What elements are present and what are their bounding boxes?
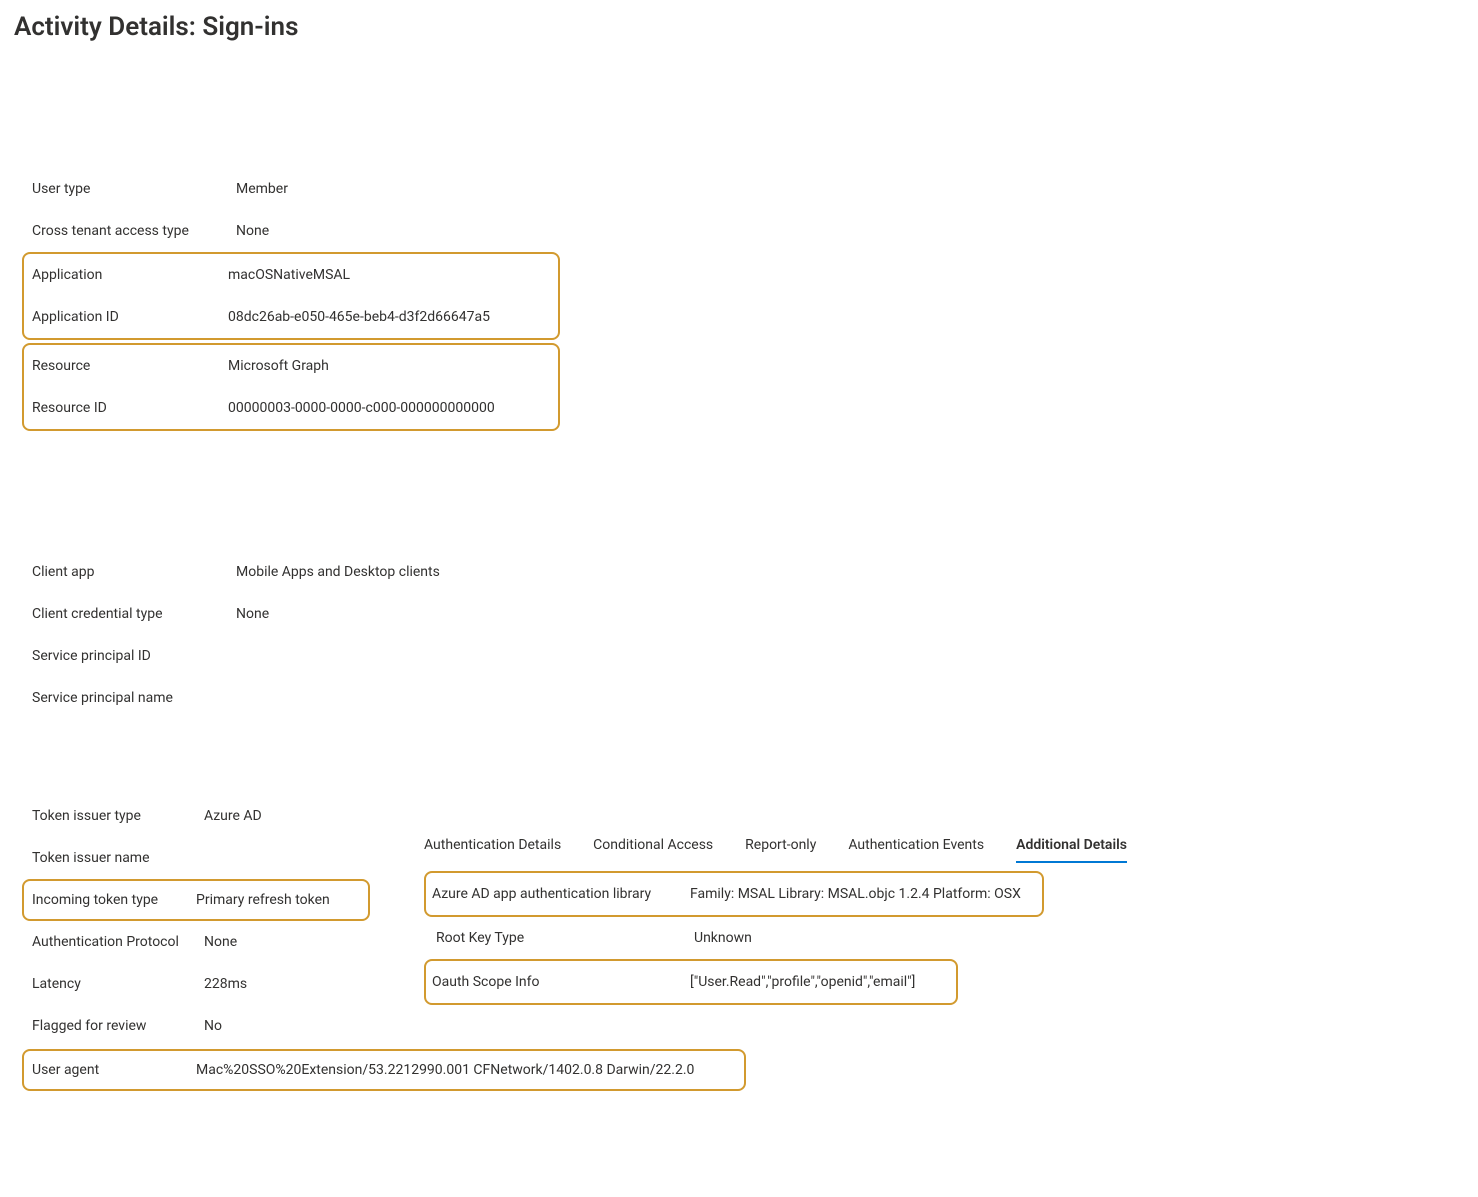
value-flagged: No (204, 1016, 222, 1036)
highlight-user-agent: User agent Mac%20SSO%20Extension/53.2212… (22, 1049, 746, 1091)
label-application: Application (32, 265, 228, 285)
value-latency: 228ms (204, 974, 247, 994)
value-user-type: Member (236, 179, 288, 199)
page-title: Activity Details: Sign-ins (14, 12, 1464, 42)
value-user-agent: Mac%20SSO%20Extension/53.2212990.001 CFN… (196, 1062, 694, 1078)
highlight-auth-library: Azure AD app authentication library Fami… (424, 871, 1044, 917)
value-resource-id: 00000003-0000-0000-c000-000000000000 (228, 398, 495, 418)
tab-report-only[interactable]: Report-only (745, 831, 816, 861)
field-application-id: Application ID 08dc26ab-e050-465e-beb4-d… (24, 296, 558, 338)
field-token-issuer-name: Token issuer name (32, 837, 374, 879)
label-flagged: Flagged for review (32, 1016, 204, 1036)
field-cross-tenant: Cross tenant access type None (32, 210, 1464, 252)
label-token-issuer-name: Token issuer name (32, 848, 204, 868)
label-incoming-token-type: Incoming token type (32, 892, 196, 908)
field-client-credential-type: Client credential type None (32, 593, 1464, 635)
label-service-principal-id: Service principal ID (32, 646, 236, 666)
value-auth-protocol: None (204, 932, 237, 952)
basic-info-section: User type Member Cross tenant access typ… (14, 168, 1464, 431)
highlight-resource-box: Resource Microsoft Graph Resource ID 000… (22, 343, 560, 431)
label-client-app: Client app (32, 562, 236, 582)
value-oauth-scope: ["User.Read","profile","openid","email"] (684, 972, 915, 992)
value-root-key-type: Unknown (688, 928, 752, 948)
value-client-credential-type: None (236, 604, 269, 624)
tab-authentication-events[interactable]: Authentication Events (848, 831, 984, 861)
value-token-issuer-type: Azure AD (204, 806, 262, 826)
value-auth-library: Family: MSAL Library: MSAL.objc 1.2.4 Pl… (684, 884, 1021, 904)
label-token-issuer-type: Token issuer type (32, 806, 204, 826)
label-service-principal-name: Service principal name (32, 688, 236, 708)
label-user-type: User type (32, 179, 236, 199)
field-service-principal-id: Service principal ID (32, 635, 1464, 677)
field-root-key-type: Root Key Type Unknown (424, 917, 1464, 959)
label-root-key-type: Root Key Type (428, 928, 688, 948)
additional-details-list: Azure AD app authentication library Fami… (424, 871, 1464, 1005)
field-oauth-scope: Oauth Scope Info ["User.Read","profile",… (426, 961, 956, 1003)
field-flagged: Flagged for review No (32, 1005, 374, 1047)
client-info-section: Client app Mobile Apps and Desktop clien… (14, 551, 1464, 719)
label-resource-id: Resource ID (32, 398, 228, 418)
label-user-agent: User agent (32, 1062, 196, 1078)
value-incoming-token-type: Primary refresh token (196, 892, 330, 908)
highlight-application-box: Application macOSNativeMSAL Application … (22, 252, 560, 340)
label-auth-protocol: Authentication Protocol (32, 932, 204, 952)
token-info-section: Token issuer type Azure AD Token issuer … (14, 795, 374, 1047)
label-cross-tenant: Cross tenant access type (32, 221, 236, 241)
label-client-credential-type: Client credential type (32, 604, 236, 624)
label-resource: Resource (32, 356, 228, 376)
field-latency: Latency 228ms (32, 963, 374, 1005)
field-auth-protocol: Authentication Protocol None (32, 921, 374, 963)
label-application-id: Application ID (32, 307, 228, 327)
value-client-app: Mobile Apps and Desktop clients (236, 562, 440, 582)
field-auth-library: Azure AD app authentication library Fami… (426, 873, 1042, 915)
field-token-issuer-type: Token issuer type Azure AD (32, 795, 374, 837)
value-application: macOSNativeMSAL (228, 265, 350, 285)
value-cross-tenant: None (236, 221, 269, 241)
additional-details-panel: Authentication Details Conditional Acces… (374, 795, 1464, 1005)
label-latency: Latency (32, 974, 204, 994)
field-client-app: Client app Mobile Apps and Desktop clien… (32, 551, 1464, 593)
label-auth-library: Azure AD app authentication library (426, 884, 684, 904)
field-application: Application macOSNativeMSAL (24, 254, 558, 296)
label-oauth-scope: Oauth Scope Info (426, 972, 684, 992)
tab-conditional-access[interactable]: Conditional Access (593, 831, 713, 861)
tab-row: Authentication Details Conditional Acces… (424, 831, 1464, 861)
value-application-id: 08dc26ab-e050-465e-beb4-d3f2d66647a5 (228, 307, 490, 327)
tab-authentication-details[interactable]: Authentication Details (424, 831, 561, 861)
field-resource: Resource Microsoft Graph (24, 345, 558, 387)
field-user-type: User type Member (32, 168, 1464, 210)
highlight-incoming-token-type: Incoming token type Primary refresh toke… (22, 879, 370, 921)
field-service-principal-name: Service principal name (32, 677, 1464, 719)
field-resource-id: Resource ID 00000003-0000-0000-c000-0000… (24, 387, 558, 429)
tab-additional-details[interactable]: Additional Details (1016, 831, 1127, 861)
value-resource: Microsoft Graph (228, 356, 329, 376)
highlight-oauth-scope: Oauth Scope Info ["User.Read","profile",… (424, 959, 958, 1005)
